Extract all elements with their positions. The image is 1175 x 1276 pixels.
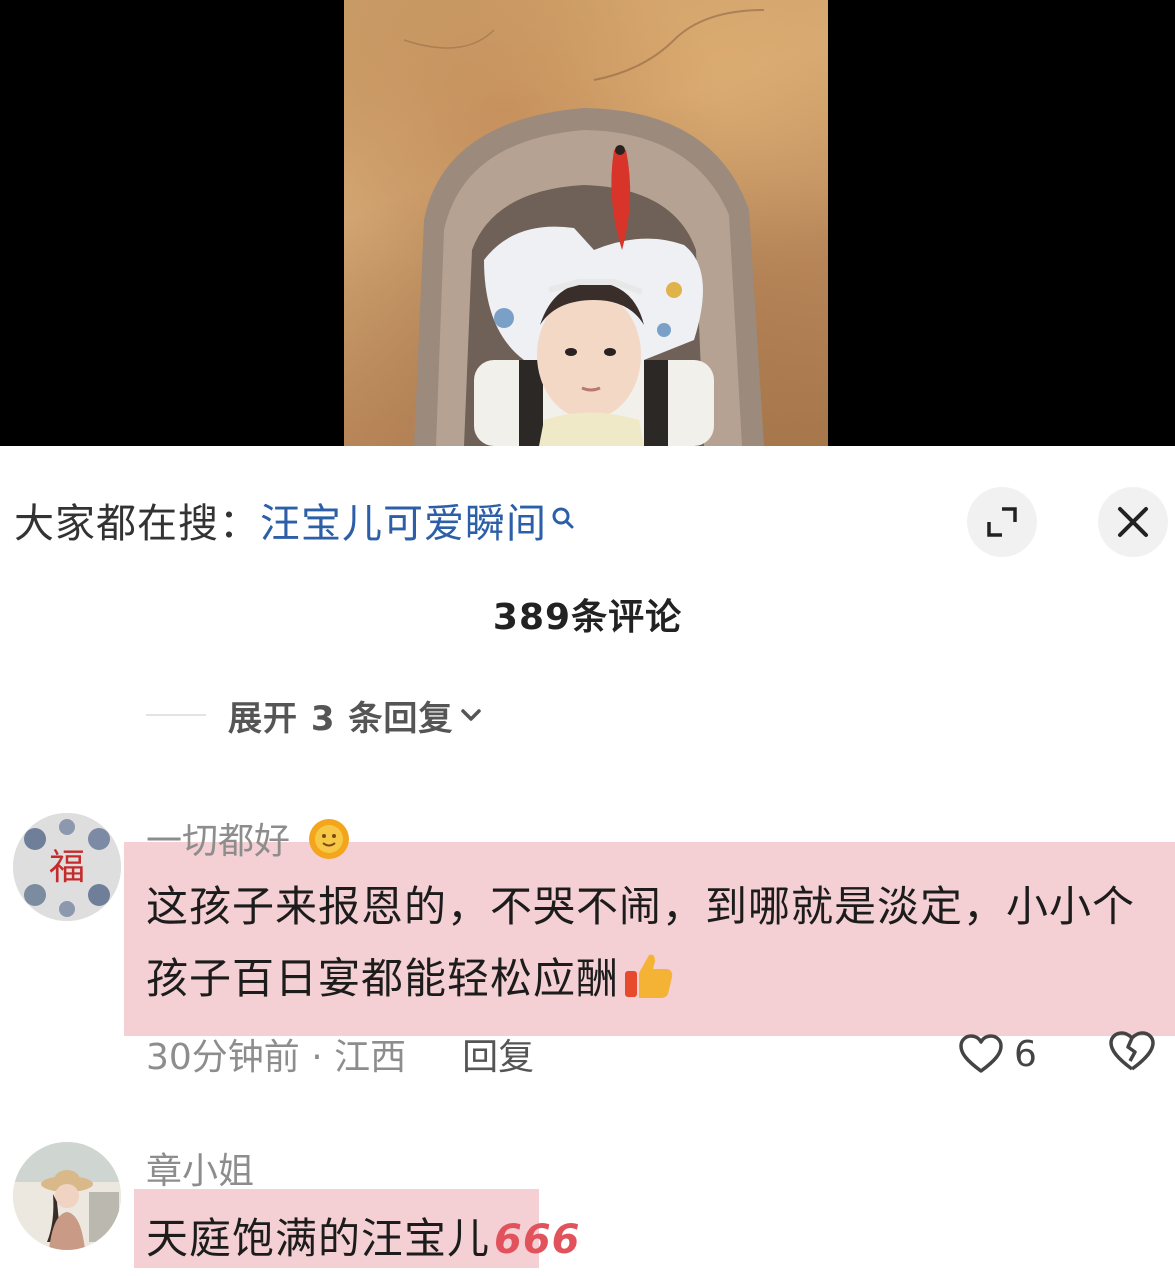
avatar[interactable]: 福 — [13, 813, 121, 921]
close-icon — [1118, 507, 1148, 537]
baby-stroller-image — [403, 9, 765, 446]
sun-emoji-icon — [309, 819, 350, 859]
expand-replies-label: 展开 3 条回复 — [228, 698, 454, 739]
chevron-down-icon — [461, 709, 482, 721]
expand-button[interactable] — [967, 487, 1037, 557]
expand-icon — [987, 507, 1017, 537]
close-button[interactable] — [1098, 487, 1168, 557]
comment-text: 这孩子来报恩的，不哭不闹，到哪就是淡定，小小个孩子百日宴都能轻松应酬 — [146, 882, 1136, 1003]
video-player[interactable] — [0, 0, 1175, 446]
avatar[interactable] — [13, 1142, 121, 1250]
svg-text:福: 福 — [49, 847, 85, 888]
comment-meta: 30分钟前 · 江西 回复 — [146, 1028, 534, 1080]
comment-username[interactable]: 一切都好 — [146, 812, 351, 864]
comment-username[interactable]: 章小姐 — [146, 1142, 254, 1194]
comment-time-location: 30分钟前 · 江西 — [146, 1037, 407, 1078]
comment-count-title: 389条评论 — [492, 597, 683, 638]
video-frame[interactable] — [344, 0, 828, 446]
broken-heart-icon[interactable] — [1108, 1029, 1156, 1073]
heart-icon — [959, 1034, 1003, 1073]
reply-button[interactable]: 回复 — [462, 1028, 534, 1080]
comment-text: 天庭饱满的汪宝儿 666 — [146, 1214, 581, 1263]
thumbs-up-emoji-icon — [625, 954, 673, 998]
search-keyword-link[interactable]: 汪宝儿可爱瞬间 — [260, 491, 547, 549]
divider — [146, 714, 206, 716]
search-icon[interactable] — [549, 500, 579, 540]
expand-replies-button[interactable]: 展开 3 条回复 — [146, 690, 485, 740]
search-prefix: 大家都在搜： — [14, 501, 260, 547]
like-count: 6 — [1014, 1033, 1037, 1075]
sticker-666: 666 — [494, 1217, 581, 1263]
like-button[interactable]: 6 — [958, 1028, 1037, 1080]
search-suggestion[interactable]: 大家都在搜： 汪宝儿可爱瞬间 — [14, 490, 579, 550]
